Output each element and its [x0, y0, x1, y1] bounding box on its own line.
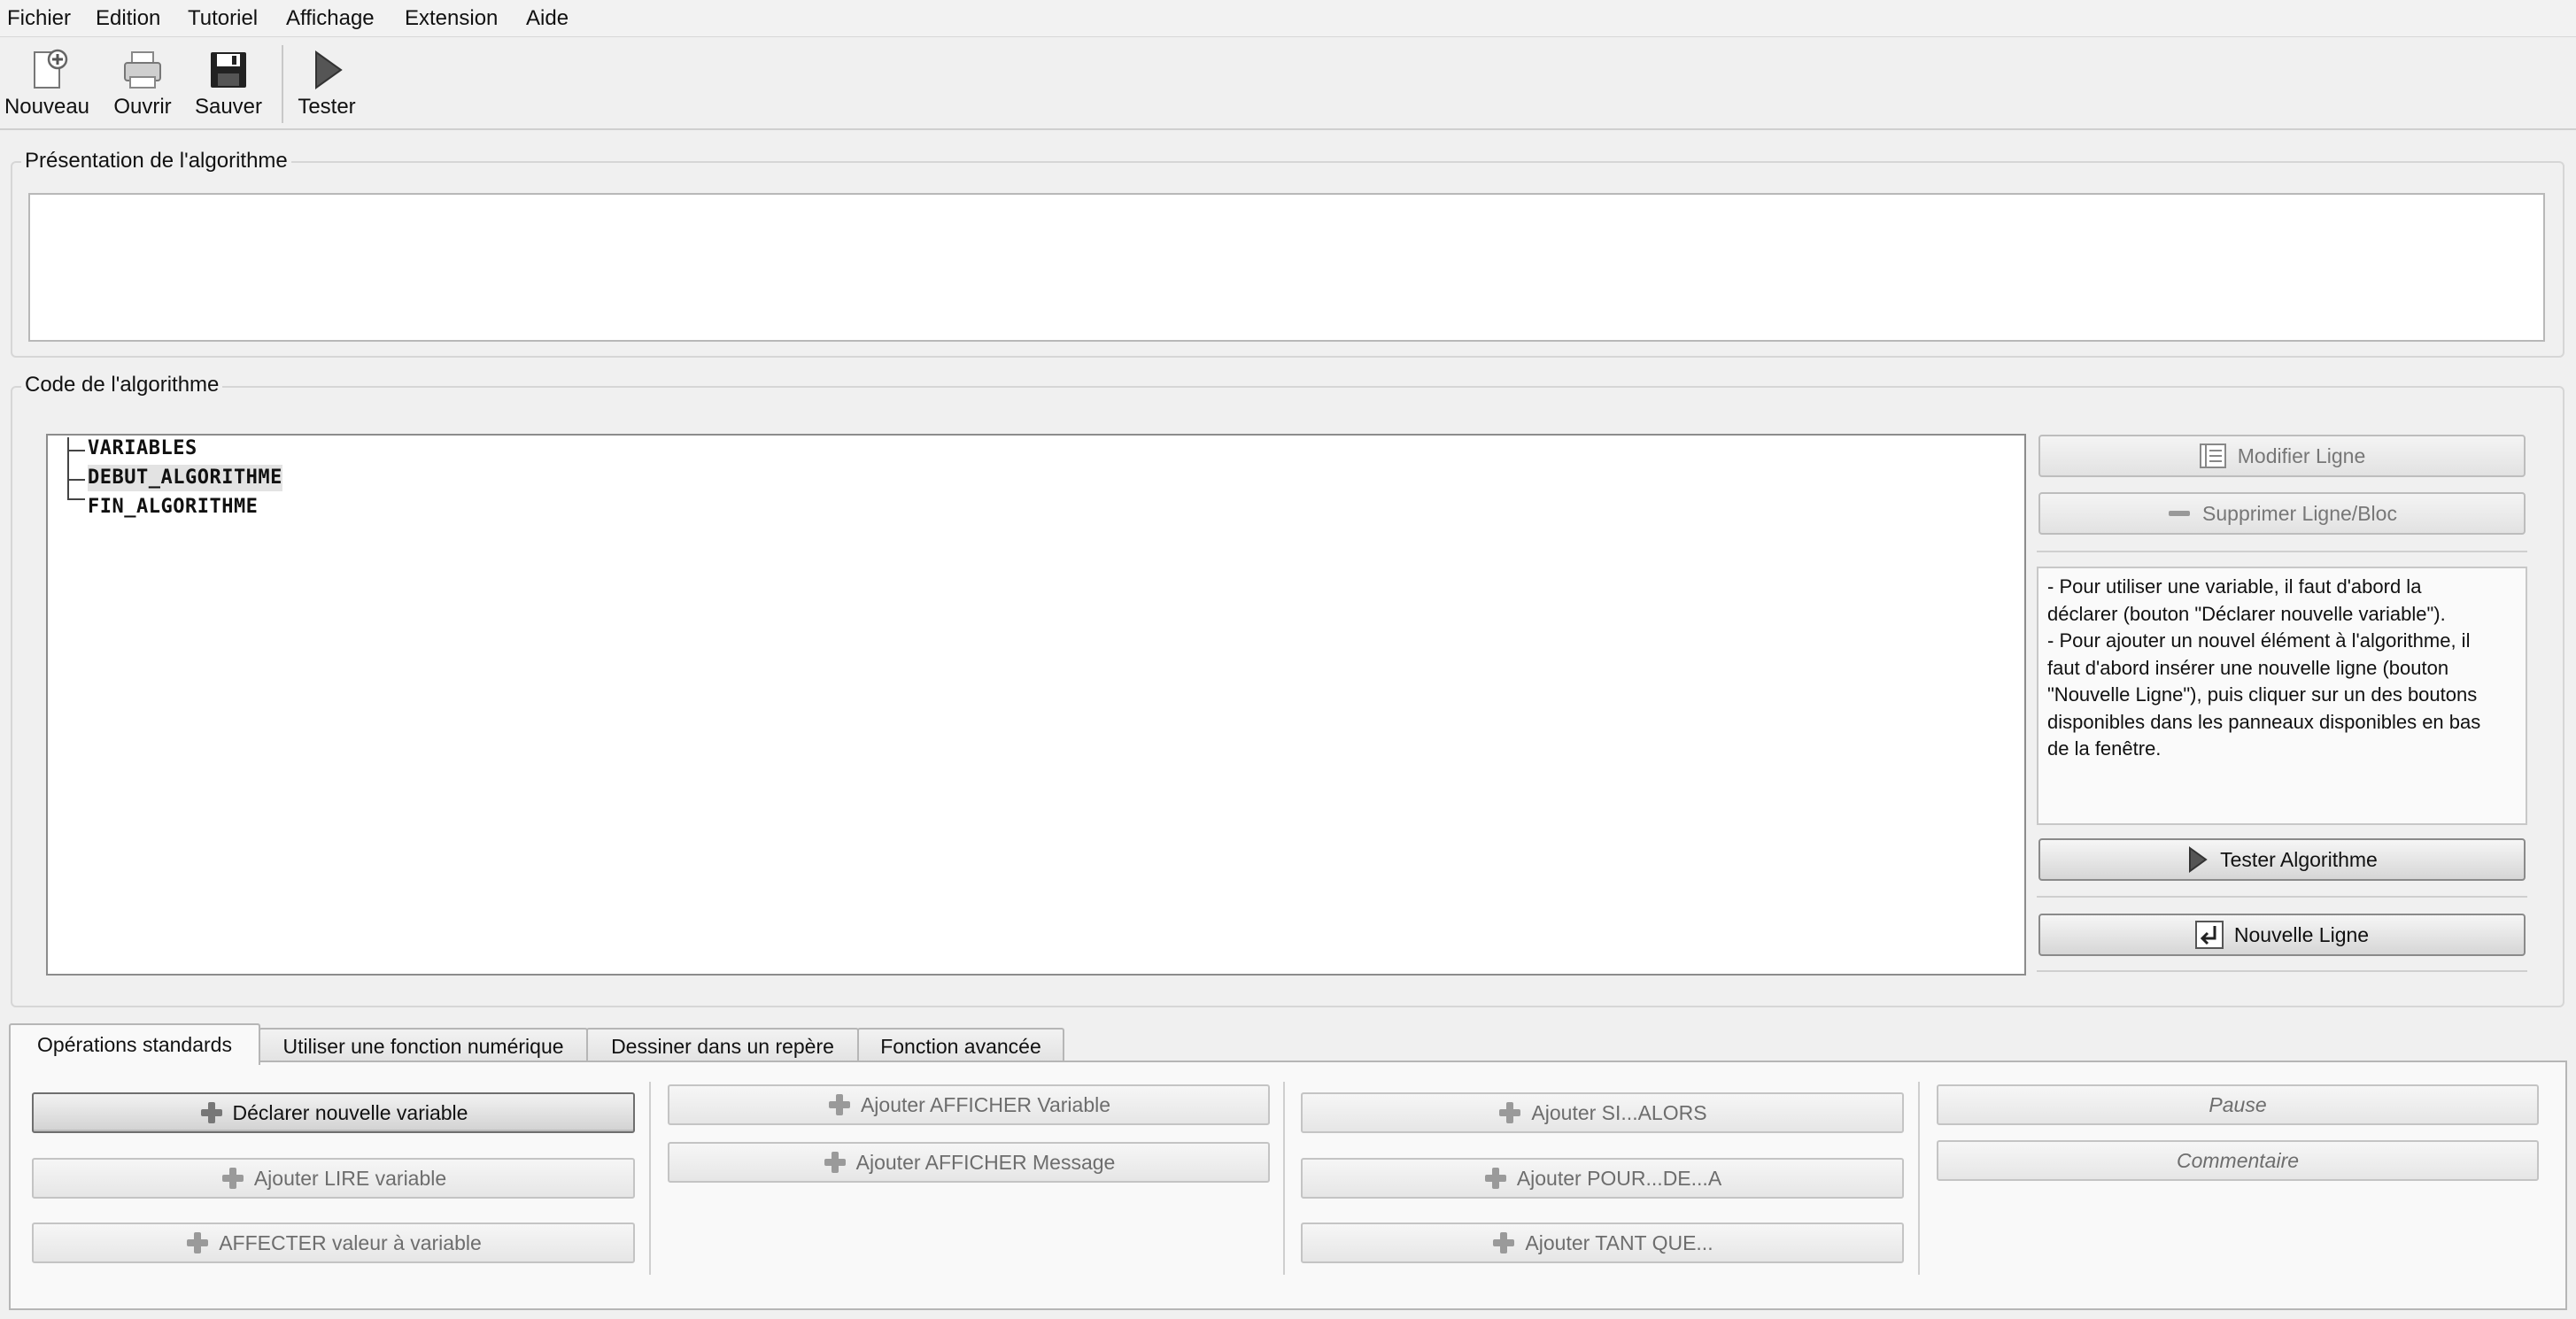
tab-label: Dessiner dans un repère — [611, 1034, 834, 1058]
enter-icon — [2194, 921, 2224, 949]
if-then-button[interactable]: Ajouter SI...ALORS — [1301, 1092, 1904, 1133]
help-line: "Nouvelle Ligne"), puis cliquer sur un d… — [2047, 683, 2478, 706]
menu-edition[interactable]: Edition — [96, 5, 160, 32]
side-separator — [2037, 970, 2527, 972]
modify-line-button[interactable]: Modifier Ligne — [2038, 435, 2526, 477]
new-label: Nouveau — [4, 95, 90, 119]
presentation-textarea[interactable] — [28, 193, 2545, 342]
declare-variable-button[interactable]: Déclarer nouvelle variable — [32, 1092, 635, 1133]
test-label: Tester — [298, 95, 356, 119]
tree-branch — [67, 479, 85, 481]
tab-label: Opérations standards — [37, 1033, 232, 1056]
show-message-button[interactable]: Ajouter AFFICHER Message — [668, 1142, 1270, 1183]
delete-line-label: Supprimer Ligne/Bloc — [2202, 501, 2397, 525]
menu-extension[interactable]: Extension — [405, 5, 498, 32]
menu-aide[interactable]: Aide — [526, 5, 569, 32]
open-button[interactable]: Ouvrir — [104, 38, 181, 127]
plus-icon — [185, 1230, 210, 1255]
help-line: disponibles dans les panneaux disponible… — [2047, 710, 2481, 733]
tree-branch-line — [67, 437, 69, 499]
tab-fonction-numerique[interactable]: Utiliser une fonction numérique — [259, 1028, 588, 1063]
plus-icon — [823, 1150, 847, 1175]
open-label: Ouvrir — [113, 95, 172, 119]
read-variable-label: Ajouter LIRE variable — [253, 1166, 447, 1190]
while-loop-button[interactable]: Ajouter TANT QUE... — [1301, 1223, 1904, 1263]
menu-fichier[interactable]: Fichier — [7, 5, 71, 32]
tree-item-fin[interactable]: FIN_ALGORITHME — [88, 494, 258, 521]
plus-icon — [1483, 1166, 1508, 1191]
menu-tutoriel[interactable]: Tutoriel — [188, 5, 258, 32]
column-separator — [1283, 1082, 1285, 1275]
save-button[interactable]: Sauver — [190, 38, 267, 127]
printer-icon — [124, 51, 161, 89]
save-label: Sauver — [194, 95, 263, 119]
help-text-box: - Pour utiliser une variable, il faut d'… — [2037, 567, 2527, 825]
help-line: faut d'abord insérer une nouvelle ligne … — [2047, 656, 2449, 679]
for-loop-button[interactable]: Ajouter POUR...DE...A — [1301, 1158, 1904, 1199]
help-line: de la fenêtre. — [2047, 737, 2162, 760]
code-title: Code de l'algorithme — [21, 373, 223, 397]
tree-branch — [67, 450, 85, 451]
code-tree[interactable]: VARIABLES DEBUT_ALGORITHME FIN_ALGORITHM… — [46, 434, 2026, 976]
test-algorithm-label: Tester Algorithme — [2220, 847, 2378, 871]
comment-label: Commentaire — [2176, 1148, 2300, 1172]
tab-operations-standards[interactable]: Opérations standards — [9, 1023, 260, 1065]
while-loop-label: Ajouter TANT QUE... — [1525, 1230, 1713, 1254]
test-button[interactable]: Tester — [289, 38, 365, 127]
declare-variable-label: Déclarer nouvelle variable — [232, 1100, 468, 1124]
list-icon — [2199, 444, 2226, 468]
read-variable-button[interactable]: Ajouter LIRE variable — [32, 1158, 635, 1199]
plus-icon — [1497, 1100, 1522, 1125]
plus-icon — [220, 1166, 245, 1191]
tab-label: Fonction avancée — [880, 1034, 1041, 1058]
plus-icon — [1491, 1230, 1516, 1255]
play-icon — [315, 50, 343, 89]
toolbar: Nouveau Ouvrir Sauver Tester — [0, 38, 2576, 130]
column-separator — [1918, 1082, 1920, 1275]
menu-affichage[interactable]: Affichage — [286, 5, 375, 32]
pause-label: Pause — [2209, 1092, 2267, 1116]
column-separator — [649, 1082, 651, 1275]
tree-item-debut[interactable]: DEBUT_ALGORITHME — [88, 465, 282, 491]
show-message-label: Ajouter AFFICHER Message — [855, 1150, 1116, 1174]
play-icon — [2189, 846, 2208, 873]
toolbar-separator — [282, 45, 283, 123]
help-line: déclarer (bouton "Déclarer nouvelle vari… — [2047, 602, 2446, 625]
help-line: - Pour utiliser une variable, il faut d'… — [2047, 575, 2422, 598]
new-line-label: Nouvelle Ligne — [2233, 922, 2370, 946]
minus-icon — [2169, 511, 2191, 516]
new-line-button[interactable]: Nouvelle Ligne — [2038, 914, 2526, 956]
floppy-icon — [211, 52, 246, 88]
assign-variable-label: AFFECTER valeur à variable — [219, 1230, 482, 1254]
new-document-icon — [34, 49, 68, 89]
presentation-title: Présentation de l'algorithme — [21, 149, 291, 174]
for-loop-label: Ajouter POUR...DE...A — [1516, 1166, 1722, 1190]
delete-line-button[interactable]: Supprimer Ligne/Bloc — [2038, 492, 2526, 535]
modify-line-label: Modifier Ligne — [2237, 444, 2366, 467]
assign-variable-button[interactable]: AFFECTER valeur à variable — [32, 1223, 635, 1263]
help-line: - Pour ajouter un nouvel élément à l'alg… — [2047, 629, 2471, 652]
plus-icon — [827, 1092, 852, 1117]
new-button[interactable]: Nouveau — [4, 38, 90, 127]
side-separator — [2037, 551, 2527, 552]
menu-bar: Fichier Edition Tutoriel Affichage Exten… — [0, 0, 2576, 37]
pause-button[interactable]: Pause — [1937, 1084, 2539, 1125]
plus-icon — [199, 1100, 224, 1125]
show-variable-label: Ajouter AFFICHER Variable — [860, 1092, 1111, 1116]
tree-item-variables[interactable]: VARIABLES — [88, 436, 197, 462]
if-then-label: Ajouter SI...ALORS — [1531, 1100, 1707, 1124]
tab-fonction-avancee[interactable]: Fonction avancée — [857, 1028, 1064, 1063]
test-algorithm-button[interactable]: Tester Algorithme — [2038, 838, 2526, 881]
comment-button[interactable]: Commentaire — [1937, 1140, 2539, 1181]
tree-branch — [67, 498, 85, 500]
show-variable-button[interactable]: Ajouter AFFICHER Variable — [668, 1084, 1270, 1125]
side-separator — [2037, 896, 2527, 898]
tab-dessiner-repere[interactable]: Dessiner dans un repère — [586, 1028, 859, 1063]
tab-label: Utiliser une fonction numérique — [282, 1034, 564, 1058]
